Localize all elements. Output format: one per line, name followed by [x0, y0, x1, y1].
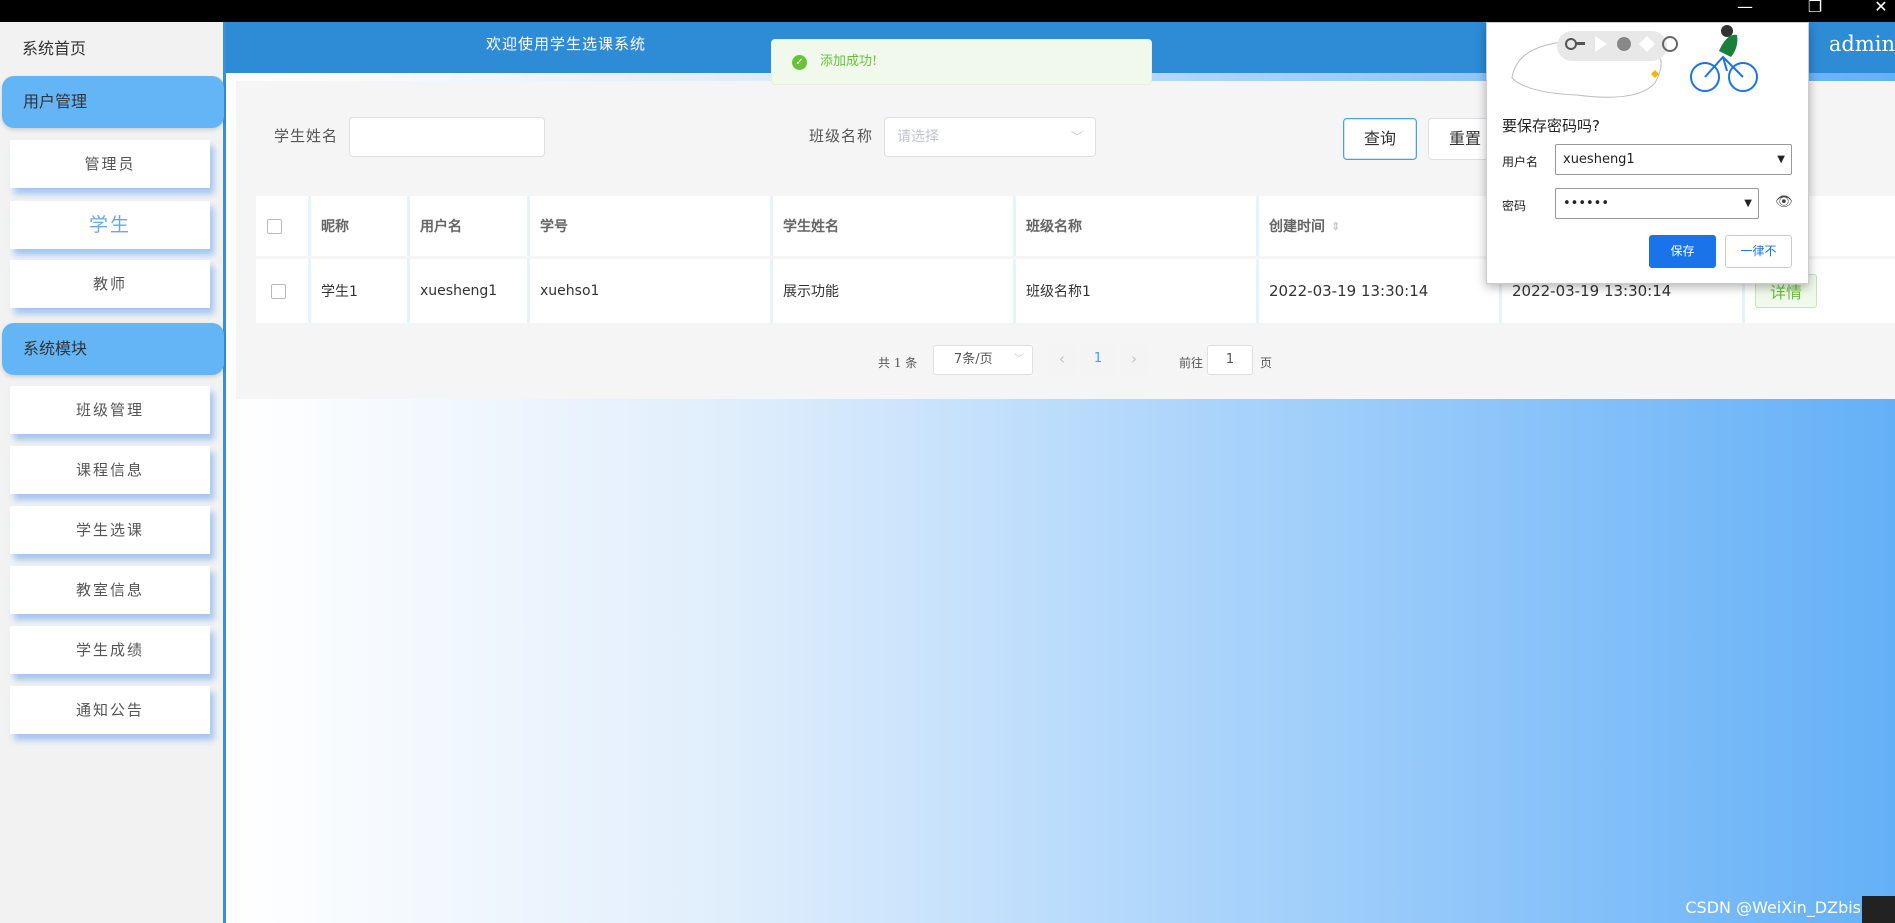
sidebar-item-classroom-info[interactable]: 教室信息: [10, 566, 210, 614]
sidebar-home[interactable]: 系统首页: [0, 22, 223, 75]
header-student-name: 学生姓名: [773, 196, 1016, 256]
cell-student-no: xuehso1: [530, 259, 773, 323]
class-name-label: 班级名称: [809, 127, 874, 145]
sidebar-item-teacher[interactable]: 教师: [10, 260, 210, 308]
username-value: xuesheng1: [1563, 152, 1635, 167]
save-password-title: 要保存密码吗?: [1502, 117, 1600, 135]
goto-page-input[interactable]: 1: [1207, 345, 1253, 375]
current-user[interactable]: admin: [1829, 22, 1895, 67]
toast-message: 添加成功!: [820, 54, 878, 69]
corner-block: [1862, 896, 1895, 923]
sidebar-group-system-module[interactable]: 系统模块: [2, 323, 224, 375]
sidebar-item-announcements[interactable]: 通知公告: [10, 686, 210, 734]
username-label: 用户名: [1502, 155, 1539, 169]
cell-created-time: 2022-03-19 13:30:14: [1259, 259, 1502, 323]
sidebar-item-course-info[interactable]: 课程信息: [10, 446, 210, 494]
check-circle-icon: ✓: [792, 55, 807, 70]
sidebar-item-course-selection[interactable]: 学生选课: [10, 506, 210, 554]
save-password-button[interactable]: 保存: [1649, 235, 1716, 268]
sidebar: 系统首页 用户管理 管理员 学生 教师 系统模块 班级管理 课程信息 学生选课 …: [0, 22, 226, 923]
sidebar-item-student-grades[interactable]: 学生成绩: [10, 626, 210, 674]
header-student-no: 学号: [530, 196, 773, 256]
eye-icon[interactable]: 👁: [1775, 194, 1793, 210]
next-page-button[interactable]: ›: [1120, 345, 1148, 375]
sidebar-item-class-management[interactable]: 班级管理: [10, 386, 210, 434]
row-select-cell: [256, 259, 311, 323]
row-checkbox[interactable]: [271, 283, 286, 299]
sidebar-group-user-management[interactable]: 用户管理: [2, 76, 224, 128]
prev-page-button[interactable]: ‹: [1048, 345, 1076, 375]
header-created-time-label: 创建时间: [1269, 219, 1325, 235]
class-select-placeholder: 请选择: [897, 129, 939, 145]
password-value: ••••••: [1563, 196, 1610, 211]
success-toast: ✓ 添加成功!: [771, 39, 1152, 85]
query-button[interactable]: 查询: [1343, 118, 1417, 160]
sidebar-item-student[interactable]: 学生: [10, 201, 210, 249]
sort-icon[interactable]: ⇕: [1331, 220, 1340, 233]
chevron-down-icon: ﹀: [1014, 354, 1024, 365]
save-password-popup: 要保存密码吗? 用户名 xuesheng1 ▼ 密码 •••••• ▼ 👁 保存…: [1486, 22, 1809, 284]
select-all-cell: [256, 196, 311, 256]
header-created-time[interactable]: 创建时间 ⇕: [1259, 196, 1502, 256]
never-save-button[interactable]: 一律不: [1725, 235, 1792, 268]
header-username: 用户名: [410, 196, 530, 256]
password-field[interactable]: •••••• ▼: [1555, 188, 1759, 219]
header-class-name: 班级名称: [1016, 196, 1259, 256]
window-titlebar: — ❐ ✕: [0, 0, 1895, 22]
password-illustration-icon: [1511, 25, 1758, 98]
cell-username: xuesheng1: [410, 259, 530, 323]
student-name-label: 学生姓名: [274, 127, 339, 145]
goto-label: 前往: [1179, 356, 1204, 370]
pagination-total: 共 1 条: [878, 356, 918, 370]
student-name-input[interactable]: [349, 117, 545, 157]
page-1-button[interactable]: 1: [1081, 345, 1115, 375]
minimize-icon[interactable]: —: [1730, 0, 1760, 22]
password-label: 密码: [1502, 199, 1527, 213]
dropdown-arrow-icon[interactable]: ▼: [1744, 189, 1752, 218]
dropdown-arrow-icon[interactable]: ▼: [1777, 145, 1785, 174]
select-all-checkbox[interactable]: [267, 218, 282, 234]
header-nickname: 昵称: [311, 196, 410, 256]
class-name-select[interactable]: 请选择 ﹀: [884, 117, 1096, 157]
page-size-value: 7条/页: [954, 352, 993, 367]
welcome-text: 欢迎使用学生选课系统: [486, 35, 647, 53]
chevron-down-icon: ﹀: [1070, 130, 1083, 144]
restore-icon[interactable]: ❐: [1800, 0, 1830, 22]
page-unit-label: 页: [1260, 356, 1273, 370]
cell-nickname: 学生1: [311, 259, 410, 323]
cell-class-name: 班级名称1: [1016, 259, 1259, 323]
cell-student-name: 展示功能: [773, 259, 1016, 323]
watermark: CSDN @WeiXin_DZbishe: [1685, 898, 1881, 917]
close-icon[interactable]: ✕: [1866, 0, 1895, 22]
page-size-select[interactable]: 7条/页 ﹀: [933, 345, 1033, 375]
sidebar-item-admin[interactable]: 管理员: [10, 140, 210, 188]
username-field[interactable]: xuesheng1 ▼: [1555, 144, 1792, 175]
